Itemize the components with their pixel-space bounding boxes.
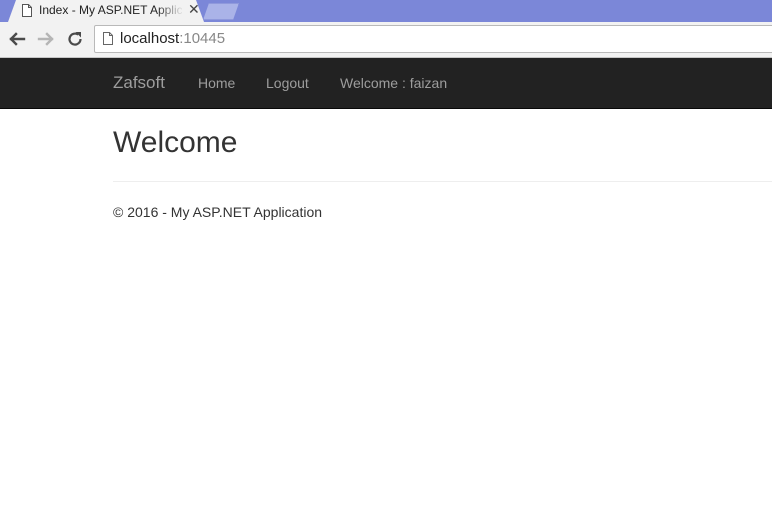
nav-link-home[interactable]: Home bbox=[198, 75, 235, 91]
nav-link-logout[interactable]: Logout bbox=[266, 75, 309, 91]
browser-tabstrip: Index - My ASP.NET Application ✕ bbox=[0, 0, 772, 22]
page-heading: Welcome bbox=[113, 126, 238, 159]
back-arrow-icon[interactable] bbox=[8, 30, 26, 48]
new-tab-button[interactable] bbox=[203, 3, 239, 20]
reload-icon[interactable] bbox=[66, 30, 84, 48]
footer-copyright: © 2016 - My ASP.NET Application bbox=[113, 204, 323, 220]
close-icon[interactable]: ✕ bbox=[188, 1, 200, 18]
site-navbar: Zafsoft Home Logout Welcome : faizan bbox=[0, 58, 772, 109]
forward-arrow-icon[interactable] bbox=[37, 30, 55, 48]
url-text[interactable]: localhost:10445 bbox=[120, 30, 225, 47]
url-port: :10445 bbox=[179, 30, 226, 47]
brand-link[interactable]: Zafsoft bbox=[113, 73, 165, 93]
document-icon bbox=[22, 4, 32, 17]
url-host: localhost bbox=[120, 30, 180, 47]
browser-tab[interactable]: Index - My ASP.NET Application ✕ bbox=[8, 0, 204, 22]
welcome-user-link[interactable]: Welcome : faizan bbox=[340, 75, 447, 91]
address-bar[interactable]: localhost:10445 bbox=[94, 25, 772, 53]
tab-title-fade bbox=[156, 0, 184, 22]
page-icon bbox=[103, 32, 113, 45]
footer-divider bbox=[113, 181, 772, 182]
browser-toolbar: localhost:10445 bbox=[0, 22, 772, 58]
